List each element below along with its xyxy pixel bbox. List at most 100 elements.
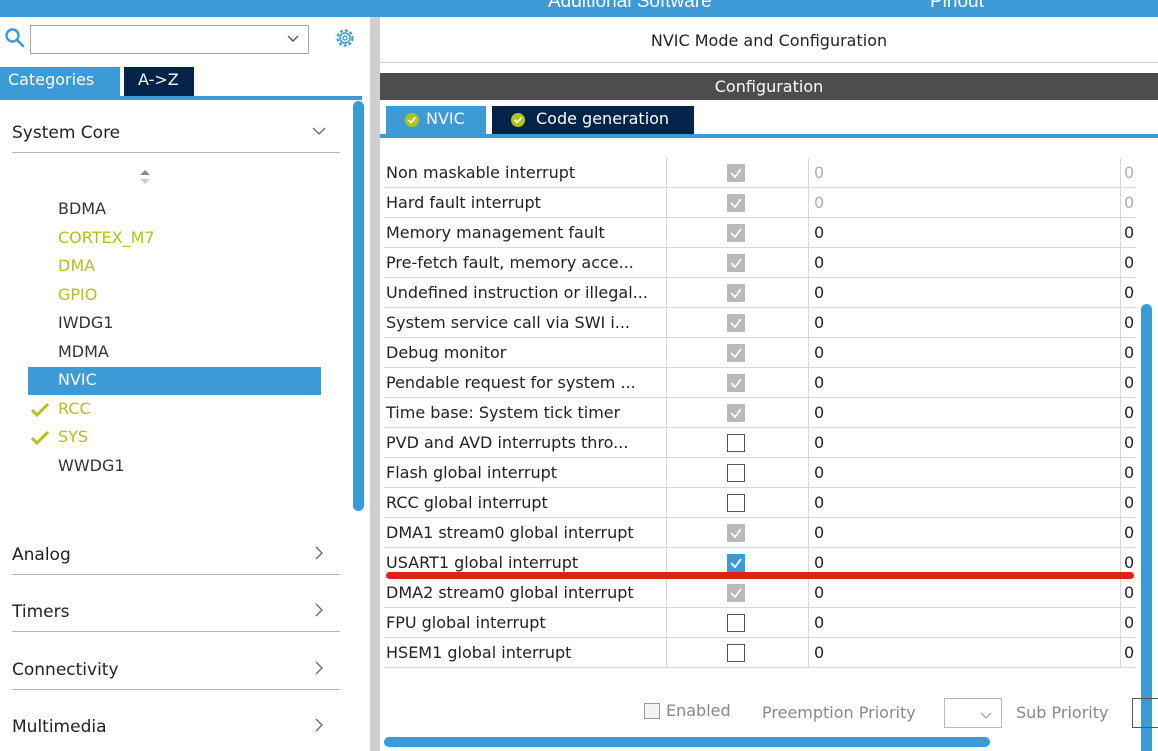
table-row[interactable]: Pre-fetch fault, memory acce... 0 0	[384, 248, 1136, 278]
sub-priority-value[interactable]: 0	[1124, 163, 1134, 182]
panel-divider[interactable]	[370, 17, 380, 751]
enabled-filter-label: Enabled	[666, 701, 731, 720]
enabled-checkbox[interactable]	[727, 494, 745, 512]
section-system-core[interactable]: System Core	[12, 115, 340, 153]
table-row[interactable]: Pendable request for system ... 0 0	[384, 368, 1136, 398]
additional-software-tab[interactable]: Additional Software	[548, 0, 712, 13]
pinout-tab[interactable]: Pinout	[930, 0, 984, 13]
sidebar-item-cortex_m7[interactable]: CORTEX_M7	[28, 225, 321, 253]
section-label: Analog	[12, 545, 71, 565]
sidebar-item-nvic[interactable]: NVIC	[28, 367, 321, 395]
enabled-checkbox[interactable]	[727, 644, 745, 662]
preemption-priority-value[interactable]: 0	[814, 523, 824, 542]
preemption-priority-select[interactable]	[944, 698, 1002, 728]
enabled-filter-checkbox[interactable]	[644, 703, 660, 719]
sub-priority-value[interactable]: 0	[1124, 553, 1134, 572]
sub-priority-value[interactable]: 0	[1124, 643, 1134, 662]
preemption-priority-value[interactable]: 0	[814, 313, 824, 332]
enabled-checkbox[interactable]	[727, 434, 745, 452]
table-row[interactable]: PVD and AVD interrupts thro... 0 0	[384, 428, 1136, 458]
sidebar-item-dma[interactable]: DMA	[28, 253, 321, 281]
table-row[interactable]: Flash global interrupt 0 0	[384, 458, 1136, 488]
sub-priority-value[interactable]: 0	[1124, 463, 1134, 482]
tab-categories[interactable]: Categories	[0, 67, 120, 96]
sub-priority-value[interactable]: 0	[1124, 403, 1134, 422]
table-row[interactable]: Non maskable interrupt 0 0	[384, 158, 1136, 188]
section-multimedia[interactable]: Multimedia	[12, 709, 340, 747]
table-row[interactable]: Time base: System tick timer 0 0	[384, 398, 1136, 428]
table-row[interactable]: System service call via SWI i... 0 0	[384, 308, 1136, 338]
sub-priority-value[interactable]: 0	[1124, 613, 1134, 632]
table-row[interactable]: RCC global interrupt 0 0	[384, 488, 1136, 518]
sub-priority-value[interactable]: 0	[1124, 493, 1134, 512]
sub-priority-value[interactable]: 0	[1124, 433, 1134, 452]
preemption-priority-value[interactable]: 0	[814, 403, 824, 422]
sidebar-item-label: MDMA	[58, 341, 109, 361]
sub-priority-select[interactable]	[1132, 698, 1158, 728]
preemption-priority-value[interactable]: 0	[814, 493, 824, 512]
preemption-priority-value[interactable]: 0	[814, 283, 824, 302]
table-horizontal-scrollbar[interactable]	[384, 737, 990, 747]
section-connectivity[interactable]: Connectivity	[12, 652, 340, 690]
table-row[interactable]: Undefined instruction or illegal... 0 0	[384, 278, 1136, 308]
column-divider	[1120, 158, 1121, 188]
column-divider	[808, 608, 809, 638]
preemption-priority-value[interactable]: 0	[814, 643, 824, 662]
tab-nvic[interactable]: NVIC	[386, 106, 486, 134]
sub-priority-value[interactable]: 0	[1124, 523, 1134, 542]
search-icon[interactable]	[4, 27, 26, 49]
table-row[interactable]: FPU global interrupt 0 0	[384, 608, 1136, 638]
left-scrollbar[interactable]	[353, 101, 364, 511]
preemption-priority-value[interactable]: 0	[814, 553, 824, 572]
chevron-down-icon	[980, 712, 992, 719]
table-row[interactable]: Debug monitor 0 0	[384, 338, 1136, 368]
tab-a-to-z[interactable]: A->Z	[124, 67, 194, 96]
sidebar-item-mdma[interactable]: MDMA	[28, 339, 321, 367]
table-row[interactable]: DMA2 stream0 global interrupt 0 0	[384, 578, 1136, 608]
sub-priority-value[interactable]: 0	[1124, 373, 1134, 392]
sub-priority-value[interactable]: 0	[1124, 223, 1134, 242]
sort-icon[interactable]	[139, 169, 151, 185]
sub-priority-value[interactable]: 0	[1124, 313, 1134, 332]
table-row[interactable]: DMA1 stream0 global interrupt 0 0	[384, 518, 1136, 548]
table-row[interactable]: Memory management fault 0 0	[384, 218, 1136, 248]
enabled-checkbox[interactable]	[727, 614, 745, 632]
preemption-priority-value[interactable]: 0	[814, 193, 824, 212]
sidebar-item-rcc[interactable]: RCC	[28, 396, 321, 424]
preemption-priority-value[interactable]: 0	[814, 163, 824, 182]
sub-priority-value[interactable]: 0	[1124, 583, 1134, 602]
sidebar-item-bdma[interactable]: BDMA	[28, 196, 321, 224]
table-vertical-scrollbar[interactable]	[1141, 304, 1152, 751]
enabled-checkbox[interactable]	[727, 554, 745, 572]
section-analog[interactable]: Analog	[12, 537, 340, 575]
preemption-priority-value[interactable]: 0	[814, 433, 824, 452]
sub-priority-value[interactable]: 0	[1124, 193, 1134, 212]
chevron-down-icon[interactable]	[286, 31, 300, 45]
preemption-priority-value[interactable]: 0	[814, 583, 824, 602]
section-timers[interactable]: Timers	[12, 594, 340, 632]
preemption-priority-value[interactable]: 0	[814, 223, 824, 242]
sub-priority-value[interactable]: 0	[1124, 253, 1134, 272]
sidebar-item-sys[interactable]: SYS	[28, 424, 321, 452]
search-input[interactable]	[30, 25, 309, 54]
sidebar-item-wwdg1[interactable]: WWDG1	[28, 453, 321, 481]
column-divider	[808, 458, 809, 488]
preemption-priority-value[interactable]: 0	[814, 463, 824, 482]
column-divider	[666, 638, 667, 668]
preemption-priority-value[interactable]: 0	[814, 373, 824, 392]
sidebar-item-iwdg1[interactable]: IWDG1	[28, 310, 321, 338]
table-row[interactable]: HSEM1 global interrupt 0 0	[384, 638, 1136, 668]
tab-code-generation[interactable]: Code generation	[492, 106, 694, 134]
categories-panel: Categories A->Z System Core BDMA CORTEX_M…	[0, 17, 370, 751]
preemption-priority-value[interactable]: 0	[814, 343, 824, 362]
enabled-checkbox[interactable]	[727, 464, 745, 482]
sub-priority-value[interactable]: 0	[1124, 283, 1134, 302]
gear-icon[interactable]	[333, 26, 357, 50]
preemption-priority-value[interactable]: 0	[814, 253, 824, 272]
sub-priority-value[interactable]: 0	[1124, 343, 1134, 362]
sidebar-item-label: IWDG1	[58, 313, 114, 332]
sidebar-item-label: NVIC	[58, 370, 97, 389]
table-row[interactable]: Hard fault interrupt 0 0	[384, 188, 1136, 218]
preemption-priority-value[interactable]: 0	[814, 613, 824, 632]
sidebar-item-gpio[interactable]: GPIO	[28, 282, 321, 310]
